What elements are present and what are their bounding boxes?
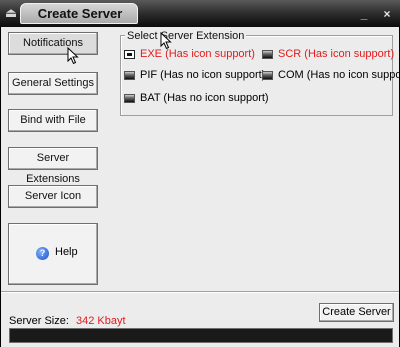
extension-group-title: Select Server Extension <box>125 30 247 42</box>
radio-bat[interactable]: BAT (Has no icon support) <box>124 92 269 106</box>
general-settings-button[interactable]: General Settings <box>8 72 98 95</box>
radio-indicator[interactable] <box>124 50 135 59</box>
radio-label: PIF (Has no icon support) <box>140 69 266 81</box>
help-label: Help <box>55 246 78 258</box>
radio-indicator[interactable] <box>124 71 135 80</box>
radio-exe[interactable]: EXE (Has icon support) <box>124 48 264 62</box>
notifications-button[interactable]: Notifications <box>8 32 98 55</box>
radio-indicator[interactable] <box>262 50 273 59</box>
server-size-value: 342 Kbayt <box>76 315 126 327</box>
server-size-label: Server Size: <box>9 315 69 327</box>
title-bar[interactable]: ⏏ Create Server _ × <box>0 0 400 27</box>
help-button[interactable]: ? Help <box>8 223 98 285</box>
window-title: Create Server <box>37 6 123 21</box>
radio-label: BAT (Has no icon support) <box>140 92 269 104</box>
minimize-icon[interactable]: _ <box>358 8 370 20</box>
radio-label: COM (Has no icon support) <box>278 69 400 81</box>
close-icon[interactable]: × <box>381 8 393 20</box>
server-icon-button[interactable]: Server Icon <box>8 185 98 208</box>
radio-scr[interactable]: SCR (Has icon support) <box>262 48 397 62</box>
build-progress-bar <box>9 328 393 343</box>
progress-fill <box>10 329 392 342</box>
radio-indicator[interactable] <box>124 94 135 103</box>
main-panel: Notifications General Settings Bind with… <box>1 27 400 347</box>
radio-com[interactable]: COM (Has no icon support) <box>262 69 400 83</box>
radio-pif[interactable]: PIF (Has no icon support) <box>124 69 266 83</box>
mouse-cursor-icon <box>67 47 79 65</box>
bind-with-file-button[interactable]: Bind with File <box>8 109 98 132</box>
radio-label: SCR (Has icon support) <box>278 48 395 60</box>
server-extensions-button[interactable]: Server Extensions <box>8 147 98 185</box>
help-icon: ? <box>36 247 49 260</box>
eject-icon[interactable]: ⏏ <box>3 5 19 21</box>
separator <box>1 291 399 293</box>
mouse-cursor-icon <box>160 32 172 50</box>
radio-label: EXE (Has icon support) <box>140 48 255 60</box>
radio-indicator[interactable] <box>262 71 273 80</box>
title-tab: Create Server <box>20 3 138 24</box>
create-server-button[interactable]: Create Server <box>319 303 394 322</box>
